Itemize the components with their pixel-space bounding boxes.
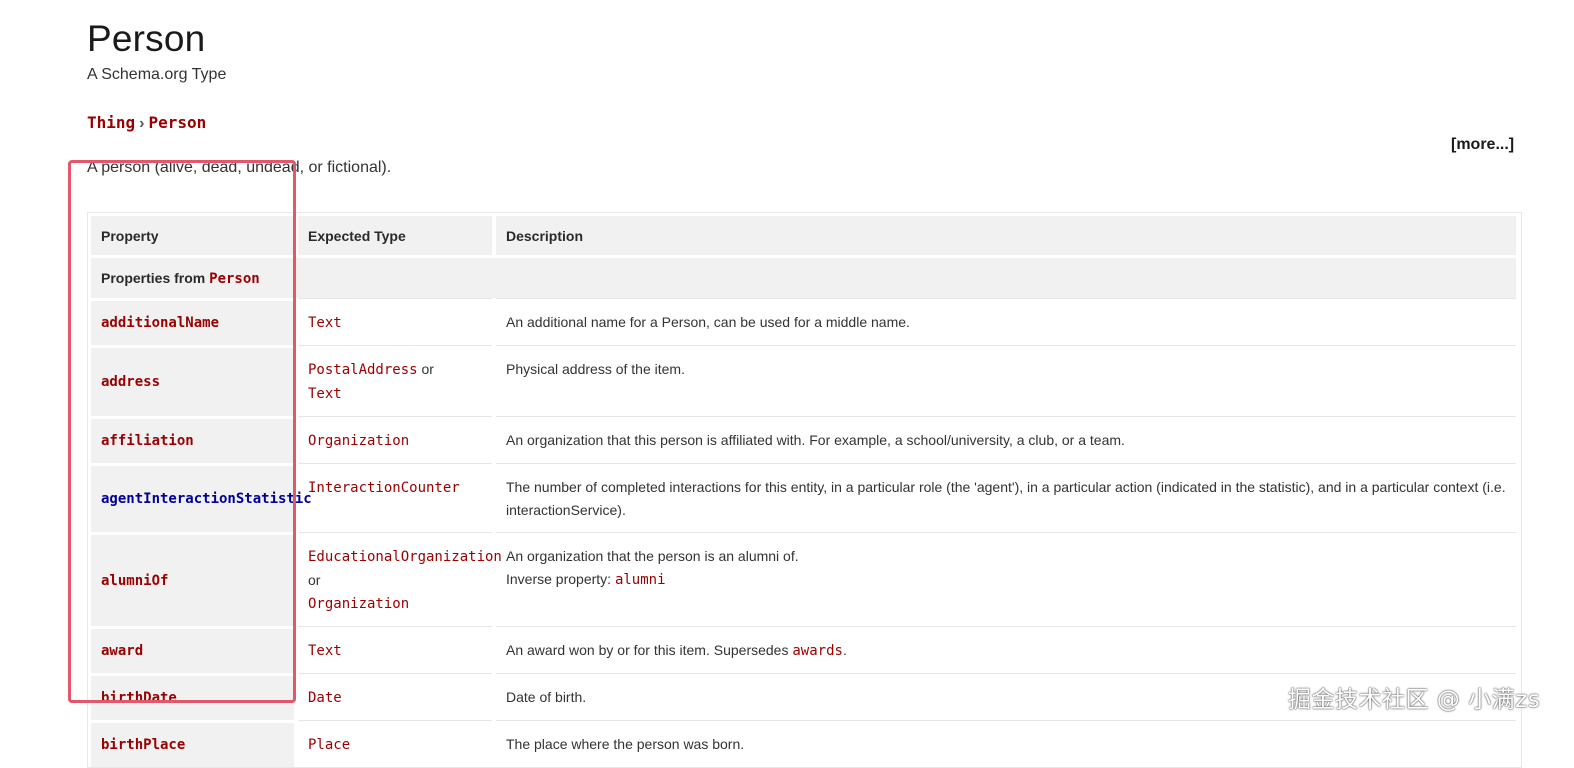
type-link-Place[interactable]: Place — [308, 737, 350, 753]
page-title: Person — [87, 18, 206, 59]
description-cell: Physical address of the item. — [496, 345, 1516, 416]
expected-type-cell: EducationalOrganization or Organization — [298, 532, 502, 626]
property-name-cell: birthDate — [91, 673, 294, 720]
table-row: agentInteractionStatistic InteractionCoun… — [91, 463, 1516, 532]
property-name-cell: award — [91, 626, 294, 673]
breadcrumb-thing-link[interactable]: Thing — [87, 113, 135, 132]
table-row: affiliation Organization An organization t… — [91, 416, 1516, 463]
header-property: Property — [91, 213, 294, 255]
expected-type-cell: Text — [298, 626, 492, 673]
expected-type-cell: Place — [298, 720, 492, 767]
description-cell: The number of completed interactions for… — [496, 463, 1516, 532]
type-link-PostalAddress[interactable]: PostalAddress — [308, 362, 418, 378]
property-name-cell: birthPlace — [91, 720, 294, 767]
breadcrumb-separator: › — [139, 115, 145, 132]
description-text: Physical address of the item. — [506, 361, 685, 377]
page-subtitle: A Schema.org Type — [87, 66, 227, 83]
expected-type-cell: Text — [298, 298, 492, 345]
type-link-InteractionCounter[interactable]: InteractionCounter — [308, 480, 460, 496]
description-text: An organization that the person is an al… — [506, 548, 799, 564]
table-header-row: Property Expected Type Description — [91, 213, 1516, 255]
description-text: An organization that this person is affi… — [506, 432, 1125, 448]
description-text: The number of completed interactions for… — [506, 479, 1506, 518]
header-expected-type: Expected Type — [298, 213, 492, 255]
section-prefix: Properties from — [101, 269, 210, 286]
expected-type-cell: PostalAddress or Text — [298, 345, 492, 416]
type-link-Text[interactable]: Text — [308, 643, 342, 659]
watermark: 掘金技术社区 @ 小满zs — [1288, 687, 1541, 713]
property-link-affiliation[interactable]: affiliation — [101, 433, 194, 449]
breadcrumb-person-link[interactable]: Person — [149, 113, 207, 132]
property-name-cell: additionalName — [91, 298, 294, 345]
expected-type-cell: Date — [298, 673, 492, 720]
table-row: alumniOf EducationalOrganization or Organi… — [91, 532, 1516, 626]
property-name-cell: agentInteractionStatistic — [91, 463, 312, 532]
table-row: award Text An award won by or for this ite… — [91, 626, 1516, 673]
property-link-alumniOf[interactable]: alumniOf — [101, 573, 168, 589]
inverse-property-link[interactable]: alumni — [615, 572, 666, 588]
description-text: Date of birth. — [506, 689, 587, 705]
description-cell: The place where the person was born. — [496, 720, 1516, 767]
description-cell: An award won by or for this item. Supers… — [496, 626, 1516, 673]
property-link-additionalName[interactable]: additionalName — [101, 315, 219, 331]
property-link-birthPlace[interactable]: birthPlace — [101, 737, 185, 753]
description-cell: An organization that this person is affi… — [496, 416, 1516, 463]
section-type-link[interactable]: Person — [209, 271, 260, 287]
section-row: Properties from Person — [91, 255, 1516, 298]
description-text: An award won by or for this item. Supers… — [506, 642, 793, 658]
description-text: The place where the person was born. — [506, 736, 745, 752]
property-link-agentInteractionStatistic[interactable]: agentInteractionStatistic — [101, 491, 312, 507]
or-label: or — [308, 572, 321, 588]
supersedes-link[interactable]: awards — [792, 643, 843, 659]
description-suffix: . — [842, 642, 847, 658]
type-description: A person (alive, dead, undead, or fictio… — [87, 159, 392, 176]
type-link-Organization[interactable]: Organization — [308, 433, 409, 449]
property-name-cell: address — [91, 345, 294, 416]
expected-type-cell: InteractionCounter — [298, 463, 492, 532]
property-name-cell: affiliation — [91, 416, 294, 463]
table-row: birthPlace Place The place where the perso… — [91, 720, 1516, 767]
more-link[interactable]: [more...] — [1451, 136, 1514, 154]
table-row: address PostalAddress or Text Physical addr… — [91, 345, 1516, 416]
type-link-EducationalOrganization[interactable]: EducationalOrganization — [308, 549, 502, 565]
inverse-property-label: Inverse property: — [506, 571, 615, 587]
type-link-Organization[interactable]: Organization — [308, 596, 409, 612]
type-link-Text[interactable]: Text — [308, 315, 342, 331]
or-label: or — [421, 361, 434, 377]
description-cell: An organization that the person is an al… — [496, 532, 1516, 626]
table-row: additionalName Text An additional name for… — [91, 298, 1516, 345]
breadcrumb: Thing › Person — [87, 113, 206, 133]
property-link-birthDate[interactable]: birthDate — [101, 690, 177, 706]
section-heading: Properties from Person — [91, 255, 1516, 298]
expected-type-cell: Organization — [298, 416, 492, 463]
property-link-award[interactable]: award — [101, 643, 143, 659]
description-text: An additional name for a Person, can be … — [506, 314, 910, 330]
description-cell: An additional name for a Person, can be … — [496, 298, 1516, 345]
property-link-address[interactable]: address — [101, 374, 160, 390]
property-name-cell: alumniOf — [91, 532, 294, 626]
type-link-Date[interactable]: Date — [308, 690, 342, 706]
header-description: Description — [496, 213, 1516, 255]
type-link-Text[interactable]: Text — [308, 386, 342, 402]
